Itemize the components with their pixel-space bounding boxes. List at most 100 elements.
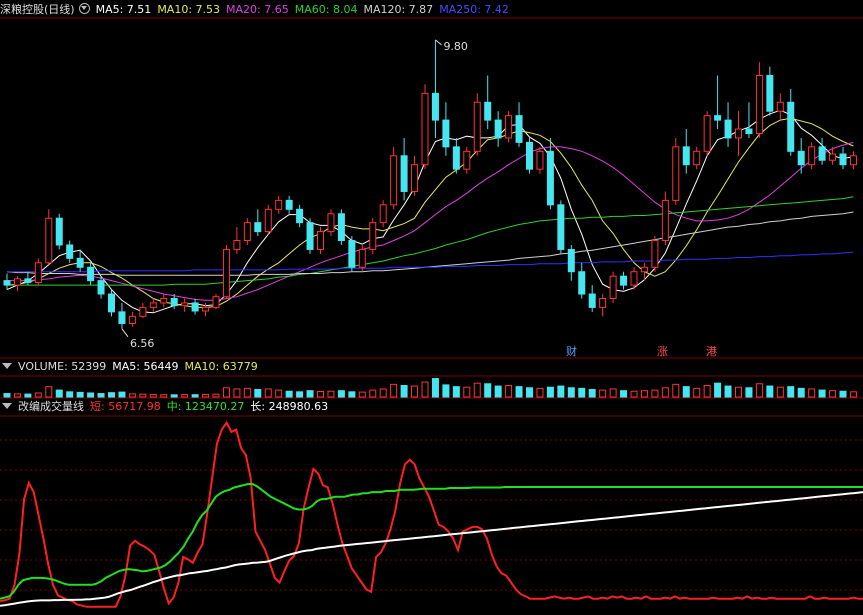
volume-bar	[672, 383, 680, 398]
dropdown-icon[interactable]	[2, 363, 12, 369]
candle-body	[693, 150, 701, 166]
ma60-value: MA60: 8.04	[294, 3, 358, 16]
candle-body	[264, 208, 272, 233]
badge-gang[interactable]: 港	[704, 343, 719, 359]
ma120-value: MA120: 7.87	[363, 3, 434, 16]
stock-name[interactable]: 深粮控股(日线)	[0, 3, 75, 16]
volume-bar	[776, 386, 784, 398]
candle-body	[787, 101, 795, 152]
volume-bar	[379, 388, 387, 398]
volume-bar	[588, 389, 596, 398]
candle-body	[202, 306, 210, 312]
candle-body	[578, 271, 586, 295]
ma-line-ma60	[7, 196, 854, 286]
candle-body	[87, 266, 95, 282]
candle-body	[3, 280, 11, 286]
volume-bar	[76, 391, 84, 398]
candle-body	[484, 101, 492, 121]
candle-body	[630, 271, 638, 286]
volume-bar	[839, 390, 847, 398]
candle-body	[703, 115, 711, 152]
volume-bar	[306, 390, 314, 398]
volume-bar	[108, 392, 115, 398]
candle-body	[755, 75, 763, 134]
badge-cai[interactable]: 财	[564, 343, 579, 359]
ma-line-ma250	[7, 251, 854, 273]
candle-body	[515, 115, 523, 143]
vol-ma5-value: MA5: 56449	[112, 360, 179, 373]
volume-bar	[358, 391, 366, 398]
volume-bar	[484, 383, 492, 398]
volume-bar	[546, 386, 554, 398]
candle-body	[243, 222, 251, 242]
candle-body	[651, 240, 659, 268]
volume-bar	[630, 390, 638, 398]
candle-body	[714, 115, 722, 121]
volume-bar	[766, 385, 774, 398]
price-header: 深粮控股(日线) MA5: 7.51 MA10: 7.53 MA20: 7.65 MA6…	[0, 2, 515, 18]
volume-bar	[515, 386, 523, 398]
volume-bar	[160, 394, 168, 398]
ma5-value: MA5: 7.51	[95, 3, 152, 16]
candle-body	[358, 248, 366, 268]
candle-body	[139, 306, 147, 317]
candle-body	[149, 302, 157, 308]
volume-bar	[661, 387, 669, 398]
candle-body	[588, 293, 596, 308]
low-marker-label: 6.56	[130, 337, 155, 350]
candle-body	[682, 146, 690, 166]
candle-body	[170, 297, 178, 307]
volume-bar	[599, 389, 607, 398]
candle-body	[599, 297, 607, 308]
candle-body	[724, 119, 732, 139]
volume-bar	[829, 390, 837, 398]
candle-body	[317, 231, 324, 250]
volume-bar	[327, 390, 335, 398]
badge-zhang[interactable]: 涨	[655, 343, 670, 359]
volume-bar	[254, 389, 262, 398]
candle-body	[327, 213, 335, 233]
candle-body	[254, 222, 262, 233]
volume-bar	[557, 385, 565, 398]
volume-bar	[233, 388, 241, 398]
candle-body	[191, 302, 199, 312]
candle-body	[766, 75, 774, 112]
dropdown-icon[interactable]	[2, 403, 12, 409]
volume-bar	[3, 393, 11, 398]
volume-bar	[55, 389, 63, 398]
candle-body	[672, 146, 680, 201]
volume-bar	[755, 383, 763, 398]
candle-body	[13, 278, 21, 286]
indicator-name[interactable]: 改编成交量线	[18, 400, 84, 413]
dropdown-icon[interactable]	[78, 3, 90, 14]
volume-bar	[285, 390, 293, 398]
volume-bar	[212, 393, 220, 398]
volume-bar	[505, 384, 513, 398]
volume-bar	[275, 389, 283, 398]
volume-bar	[640, 390, 648, 398]
volume-value: VOLUME: 52399	[18, 360, 107, 373]
candle-body	[160, 297, 168, 304]
volume-bar	[787, 386, 795, 398]
volume-bar	[442, 384, 450, 398]
volume-bar	[243, 387, 251, 398]
candle-body	[829, 153, 837, 161]
chart-canvas: 9.80 6.56	[0, 17, 863, 608]
volume-bar	[139, 393, 147, 398]
volume-bar	[818, 389, 826, 398]
volume-bar	[463, 386, 471, 398]
ma-line-ma20	[7, 141, 854, 301]
candle-body	[76, 257, 84, 268]
candle-body	[463, 150, 471, 170]
candle-body	[24, 278, 32, 283]
volume-bar	[526, 387, 533, 398]
volume-bar	[745, 387, 753, 398]
volume-bar	[536, 387, 544, 398]
volume-bar	[348, 391, 356, 398]
candle-body	[849, 155, 857, 166]
volume-bar	[264, 388, 272, 398]
ma-line-ma120	[6, 211, 854, 276]
candle-body	[128, 315, 136, 324]
volume-bar	[97, 393, 105, 398]
volume-bar	[202, 393, 210, 398]
